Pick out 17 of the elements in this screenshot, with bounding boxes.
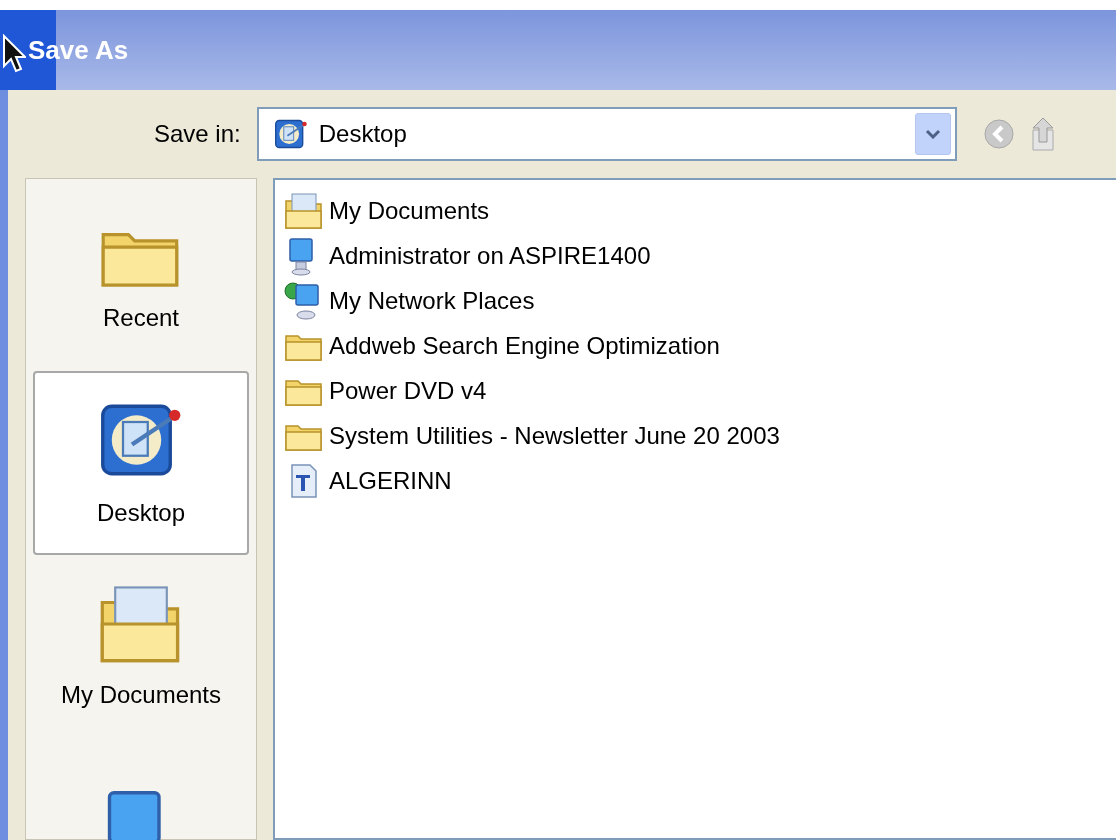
file-item[interactable]: ALGERINN bbox=[283, 458, 1116, 503]
save-in-label: Save in: bbox=[154, 119, 241, 149]
file-item[interactable]: Addweb Search Engine Optimization bbox=[283, 323, 1116, 368]
file-item[interactable]: Power DVD v4 bbox=[283, 368, 1116, 413]
chevron-down-icon bbox=[924, 129, 941, 139]
places-item[interactable]: Recent bbox=[33, 187, 249, 371]
dropdown-arrow-button[interactable] bbox=[914, 113, 951, 155]
places-item[interactable]: Desktop bbox=[33, 371, 249, 555]
mouse-pointer-icon bbox=[2, 34, 26, 74]
documents-folder-icon bbox=[284, 190, 324, 231]
file-item[interactable]: System Utilities - Newsletter June 20 2003 bbox=[283, 413, 1116, 458]
up-arrow-folder-icon bbox=[1030, 116, 1057, 152]
save-in-dropdown[interactable]: Desktop bbox=[256, 107, 957, 161]
file-item[interactable]: Administrator on ASPIRE1400 bbox=[283, 233, 1116, 278]
places-item[interactable]: My Documents bbox=[33, 555, 249, 739]
file-item[interactable]: My Network Places bbox=[283, 278, 1116, 323]
file-item[interactable]: My Documents bbox=[283, 188, 1116, 233]
